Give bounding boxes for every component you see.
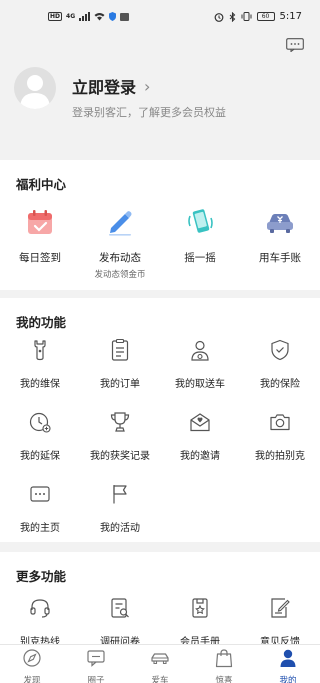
welfare-item-label: 摇一摇 — [184, 252, 216, 264]
extended-warranty-icon — [29, 412, 51, 433]
section-title-welfare: 福利中心 — [16, 177, 67, 192]
function-homepage[interactable]: 我的主页 — [0, 482, 80, 534]
function-photo-buick[interactable]: 我的拍别克 — [240, 410, 320, 462]
avatar[interactable] — [14, 67, 56, 109]
bluetooth-icon — [229, 11, 235, 22]
welfare-item-label: 发布动态 — [99, 252, 141, 264]
alarm-icon — [214, 12, 223, 22]
function-award-records[interactable]: 我的获奖记录 — [80, 410, 160, 462]
car-ledger-icon — [267, 214, 293, 233]
login-subtitle: 登录别客汇，了解更多会员权益 — [72, 106, 226, 119]
message-icon[interactable] — [286, 38, 304, 52]
login-title: 立即登录 — [72, 78, 137, 97]
login-link[interactable]: 立即登录 › — [72, 74, 150, 98]
function-insurance[interactable]: 我的保险 — [240, 338, 320, 390]
pen-icon — [109, 211, 132, 236]
tab-label: 我的 — [279, 676, 297, 683]
shield-status-icon — [109, 12, 117, 21]
invite-icon — [190, 413, 210, 432]
function-label: 我的活动 — [100, 523, 140, 534]
network-label: 4G — [66, 13, 76, 20]
battery-icon: 60 — [256, 12, 275, 21]
feedback-icon — [271, 598, 290, 618]
function-label: 我的邀请 — [180, 451, 220, 462]
survey-icon — [111, 598, 129, 618]
section-title-functions: 我的功能 — [16, 315, 67, 330]
my-functions-card: 我的功能 我的维保 我的订单 我的取送车 我的保险 我的延保 我的获奖记录 我的… — [0, 298, 320, 542]
function-label: 我的订单 — [100, 379, 140, 390]
driver-icon — [191, 340, 209, 361]
profile-header: 立即登录 › 登录别客汇，了解更多会员权益 — [0, 34, 320, 156]
tab-label: 发现 — [23, 676, 41, 683]
function-extended-warranty[interactable]: 我的延保 — [0, 410, 80, 462]
clock: 5:17 — [279, 11, 302, 22]
tab-surprise[interactable]: 惊喜 — [192, 648, 256, 683]
hd-badge: HD — [48, 12, 63, 21]
function-invites[interactable]: 我的邀请 — [160, 410, 240, 462]
tab-discover[interactable]: 发现 — [0, 648, 64, 683]
welfare-item-label: 用车手账 — [259, 252, 301, 264]
wifi-icon — [94, 13, 105, 21]
function-maintenance[interactable]: 我的维保 — [0, 338, 80, 390]
vibrate-icon — [241, 12, 252, 21]
tab-label: 惊喜 — [215, 676, 233, 683]
tab-circle[interactable]: 圈子 — [64, 648, 128, 683]
tab-car[interactable]: 爱车 — [128, 648, 192, 683]
bottom-tab-bar: 发现 圈子 爱车 惊喜 我的 — [0, 644, 320, 683]
tab-label: 爱车 — [151, 676, 169, 683]
function-label: 我的获奖记录 — [90, 451, 150, 462]
compass-icon — [23, 649, 41, 667]
wrench-icon — [34, 340, 46, 361]
function-label: 我的取送车 — [175, 379, 225, 390]
signal-icon — [79, 12, 91, 21]
chat-icon — [87, 650, 105, 667]
function-pickup[interactable]: 我的取送车 — [160, 338, 240, 390]
welfare-item-post[interactable]: 发布动态 发动态领金币 — [80, 206, 160, 280]
section-title-more: 更多功能 — [16, 569, 67, 584]
more-hotline[interactable]: 别克热线 — [0, 596, 80, 648]
chevron-right-icon: › — [144, 76, 151, 96]
camera-icon — [270, 414, 290, 431]
welfare-item-shake[interactable]: 摇一摇 — [160, 206, 240, 265]
shield-icon — [271, 339, 289, 361]
member-handbook-icon — [192, 598, 208, 618]
function-orders[interactable]: 我的订单 — [80, 338, 160, 390]
status-bar: HD 4G 60 5:17 — [0, 0, 320, 34]
more-feedback[interactable]: 意见反馈 — [240, 596, 320, 648]
status-left: HD 4G — [48, 12, 130, 21]
function-label: 我的拍别克 — [255, 451, 305, 462]
function-label: 我的维保 — [20, 379, 60, 390]
homepage-icon — [30, 486, 50, 502]
trophy-icon — [110, 412, 130, 432]
more-functions-card: 更多功能 别克热线 调研问卷 会员手册 意见反馈 — [0, 552, 320, 648]
function-label: 我的主页 — [20, 523, 60, 534]
car-icon — [151, 653, 169, 665]
welfare-item-sublabel: 发动态领金币 — [94, 270, 146, 280]
flag-icon — [113, 485, 127, 504]
welfare-item-label: 每日签到 — [19, 252, 61, 264]
function-label: 我的保险 — [260, 379, 300, 390]
more-survey[interactable]: 调研问卷 — [80, 596, 160, 648]
tab-mine[interactable]: 我的 — [256, 648, 320, 683]
function-activities[interactable]: 我的活动 — [80, 482, 160, 534]
default-avatar-icon — [20, 75, 50, 109]
person-icon — [280, 649, 296, 667]
function-label: 我的延保 — [20, 451, 60, 462]
app-notification-icon — [120, 12, 130, 21]
headset-icon — [30, 599, 50, 618]
more-member-handbook[interactable]: 会员手册 — [160, 596, 240, 648]
welfare-item-checkin[interactable]: 每日签到 — [0, 206, 80, 265]
calendar-check-icon — [28, 210, 52, 234]
order-list-icon — [111, 338, 129, 361]
welfare-center-card: 福利中心 每日签到 发布动态 发动态领金币 摇一摇 用车手账 — [0, 160, 320, 290]
status-right: 60 5:17 — [214, 11, 302, 22]
welfare-item-car-ledger[interactable]: 用车手账 — [240, 206, 320, 265]
shake-phone-icon — [188, 209, 213, 233]
gift-bag-icon — [215, 649, 233, 668]
tab-label: 圈子 — [87, 676, 105, 683]
